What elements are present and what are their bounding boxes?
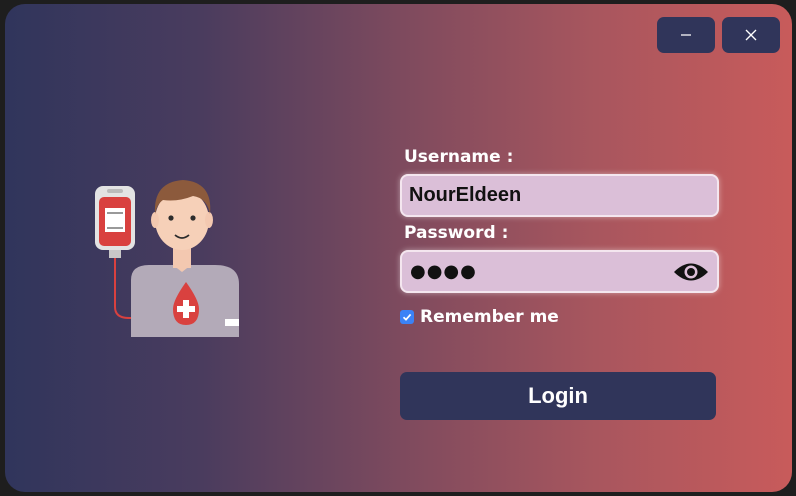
remember-me-checkbox[interactable]	[400, 310, 414, 324]
username-value: NourEldeen	[409, 184, 522, 206]
password-field[interactable]: ●●●●	[400, 250, 719, 293]
close-icon	[745, 29, 757, 41]
minimize-icon	[681, 34, 691, 36]
remember-me-label: Remember me	[420, 307, 559, 327]
password-label: Password :	[404, 223, 509, 243]
blood-donor-illustration	[95, 180, 239, 337]
checkmark-icon	[402, 313, 412, 321]
remember-me-row[interactable]: Remember me	[400, 307, 559, 327]
username-field[interactable]: NourEldeen	[400, 174, 719, 217]
login-window: Username : NourEldeen Password : ●●●● Re…	[5, 4, 792, 492]
minimize-button[interactable]	[657, 17, 715, 53]
username-label: Username :	[404, 147, 514, 167]
login-button[interactable]: Login	[400, 372, 716, 420]
password-value: ●●●●	[410, 261, 477, 282]
eye-icon[interactable]	[673, 261, 709, 283]
close-button[interactable]	[722, 17, 780, 53]
